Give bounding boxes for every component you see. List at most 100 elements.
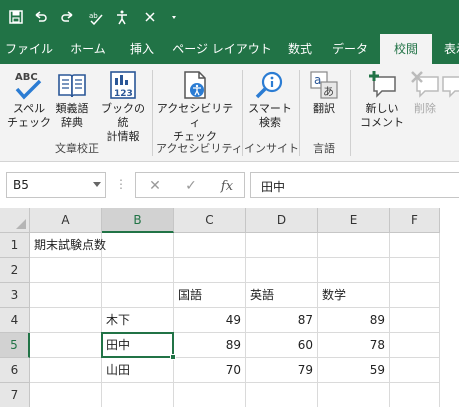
- accessibility-icon[interactable]: [112, 7, 132, 27]
- cell-d7[interactable]: [246, 383, 318, 407]
- cell-e3[interactable]: 数学: [318, 283, 390, 308]
- svg-text:あ: あ: [323, 85, 334, 98]
- cell-d1[interactable]: [246, 233, 318, 258]
- insert-function-button[interactable]: fx: [218, 177, 236, 195]
- column-header-f[interactable]: F: [390, 208, 440, 233]
- new-comment-button[interactable]: 新しい コメント: [356, 68, 408, 130]
- enter-icon[interactable]: ✓: [182, 177, 200, 195]
- cell-c6[interactable]: 70: [174, 358, 246, 383]
- spelling-button[interactable]: ABC スペル チェック: [4, 68, 54, 130]
- translate-button[interactable]: aあ 翻訳: [302, 68, 346, 116]
- cell-f7[interactable]: [390, 383, 440, 407]
- cell-e5[interactable]: 78: [318, 333, 390, 358]
- svg-text:123: 123: [114, 89, 133, 99]
- customize-qat-icon[interactable]: [140, 7, 160, 27]
- cell-c3[interactable]: 国語: [174, 283, 246, 308]
- cell-b3[interactable]: [102, 283, 174, 308]
- cell-e6[interactable]: 59: [318, 358, 390, 383]
- cell-b6[interactable]: 山田: [102, 358, 174, 383]
- row-header-4[interactable]: 4: [0, 308, 30, 333]
- cell-b4[interactable]: 木下: [102, 308, 174, 333]
- cell-c4[interactable]: 49: [174, 308, 246, 333]
- workbook-statistics-button[interactable]: 123 ブックの統 計情報: [96, 68, 150, 144]
- cell-f2[interactable]: [390, 258, 440, 283]
- cell-b7[interactable]: [102, 383, 174, 407]
- cell-a1[interactable]: 期末試験点数: [30, 233, 106, 258]
- cell-c5[interactable]: 89: [174, 333, 246, 358]
- cell-f1[interactable]: [390, 233, 440, 258]
- quick-access-toolbar: ab: [0, 0, 459, 34]
- cell-f5[interactable]: [390, 333, 440, 358]
- cell-b1[interactable]: [102, 233, 174, 258]
- cell-a5[interactable]: [30, 333, 102, 358]
- tab-formulas[interactable]: 数式: [280, 34, 320, 64]
- spreadsheet-grid: A B C D E F 1 期末試験点数 2 3 国語 英語 数学 4 木下 49 87 89 5 田中 89 60 78 6…: [0, 208, 459, 407]
- column-header-e[interactable]: E: [318, 208, 390, 233]
- thesaurus-button[interactable]: 類義語 辞典: [50, 68, 94, 130]
- column-header-d[interactable]: D: [246, 208, 318, 233]
- row-header-2[interactable]: 2: [0, 258, 30, 283]
- formula-input[interactable]: 田中: [250, 172, 459, 198]
- cell-d2[interactable]: [246, 258, 318, 283]
- cell-d4[interactable]: 87: [246, 308, 318, 333]
- accessibility-check-icon: [178, 68, 212, 102]
- row-header-6[interactable]: 6: [0, 358, 30, 383]
- tab-file[interactable]: ファイル: [0, 34, 58, 64]
- column-header-b[interactable]: B: [102, 208, 174, 233]
- chevron-down-icon[interactable]: [93, 182, 101, 187]
- cell-e7[interactable]: [318, 383, 390, 407]
- name-box[interactable]: B5: [6, 172, 106, 198]
- tab-page-layout[interactable]: ページ レイアウト: [168, 34, 276, 64]
- cell-e4[interactable]: 89: [318, 308, 390, 333]
- tab-review[interactable]: 校閲: [380, 34, 432, 64]
- formula-content: 田中: [261, 180, 286, 194]
- column-header-a[interactable]: A: [30, 208, 102, 233]
- tab-data[interactable]: データ: [326, 34, 374, 64]
- row-header-1[interactable]: 1: [0, 233, 30, 258]
- group-separator: [152, 70, 153, 156]
- new-comment-icon: [365, 68, 399, 102]
- formula-bar-splitter[interactable]: ⋮: [115, 172, 127, 198]
- chevron-down-icon[interactable]: [164, 7, 184, 27]
- cell-a3[interactable]: [30, 283, 102, 308]
- cell-a6[interactable]: [30, 358, 102, 383]
- fill-handle[interactable]: [170, 354, 176, 360]
- smart-lookup-button[interactable]: スマート 検索: [244, 68, 296, 130]
- cell-c7[interactable]: [174, 383, 246, 407]
- save-icon[interactable]: [6, 7, 26, 27]
- spelling-icon[interactable]: ab: [86, 7, 106, 27]
- row-header-5[interactable]: 5: [0, 333, 30, 358]
- cell-c1[interactable]: [174, 233, 246, 258]
- translate-icon: aあ: [307, 68, 341, 102]
- cell-b5[interactable]: 田中: [102, 333, 174, 358]
- smart-lookup-icon: [253, 68, 287, 102]
- cell-a4[interactable]: [30, 308, 102, 333]
- tab-home[interactable]: ホーム: [60, 34, 116, 64]
- delete-comment-icon: [408, 68, 442, 102]
- cell-f6[interactable]: [390, 358, 440, 383]
- tab-insert[interactable]: 挿入: [120, 34, 164, 64]
- group-label-proofing: 文章校正: [55, 142, 99, 155]
- cell-d6[interactable]: 79: [246, 358, 318, 383]
- cell-a7[interactable]: [30, 383, 102, 407]
- row-header-7[interactable]: 7: [0, 383, 30, 407]
- cell-b2[interactable]: [102, 258, 174, 283]
- svg-text:ab: ab: [89, 12, 98, 20]
- select-all-button[interactable]: [0, 208, 30, 233]
- accessibility-check-button[interactable]: アクセシビリティ チェック: [156, 68, 234, 144]
- previous-comment-button[interactable]: [440, 68, 459, 102]
- cell-d5[interactable]: 60: [246, 333, 318, 358]
- cell-a2[interactable]: [30, 258, 102, 283]
- cancel-icon[interactable]: ✕: [146, 177, 164, 195]
- tab-view[interactable]: 表示: [436, 34, 459, 64]
- cell-f4[interactable]: [390, 308, 440, 333]
- cell-c2[interactable]: [174, 258, 246, 283]
- cell-d3[interactable]: 英語: [246, 283, 318, 308]
- row-header-3[interactable]: 3: [0, 283, 30, 308]
- column-header-c[interactable]: C: [174, 208, 246, 233]
- cell-e1[interactable]: [318, 233, 390, 258]
- redo-icon[interactable]: [58, 7, 78, 27]
- undo-icon[interactable]: [30, 7, 50, 27]
- cell-e2[interactable]: [318, 258, 390, 283]
- cell-f3[interactable]: [390, 283, 440, 308]
